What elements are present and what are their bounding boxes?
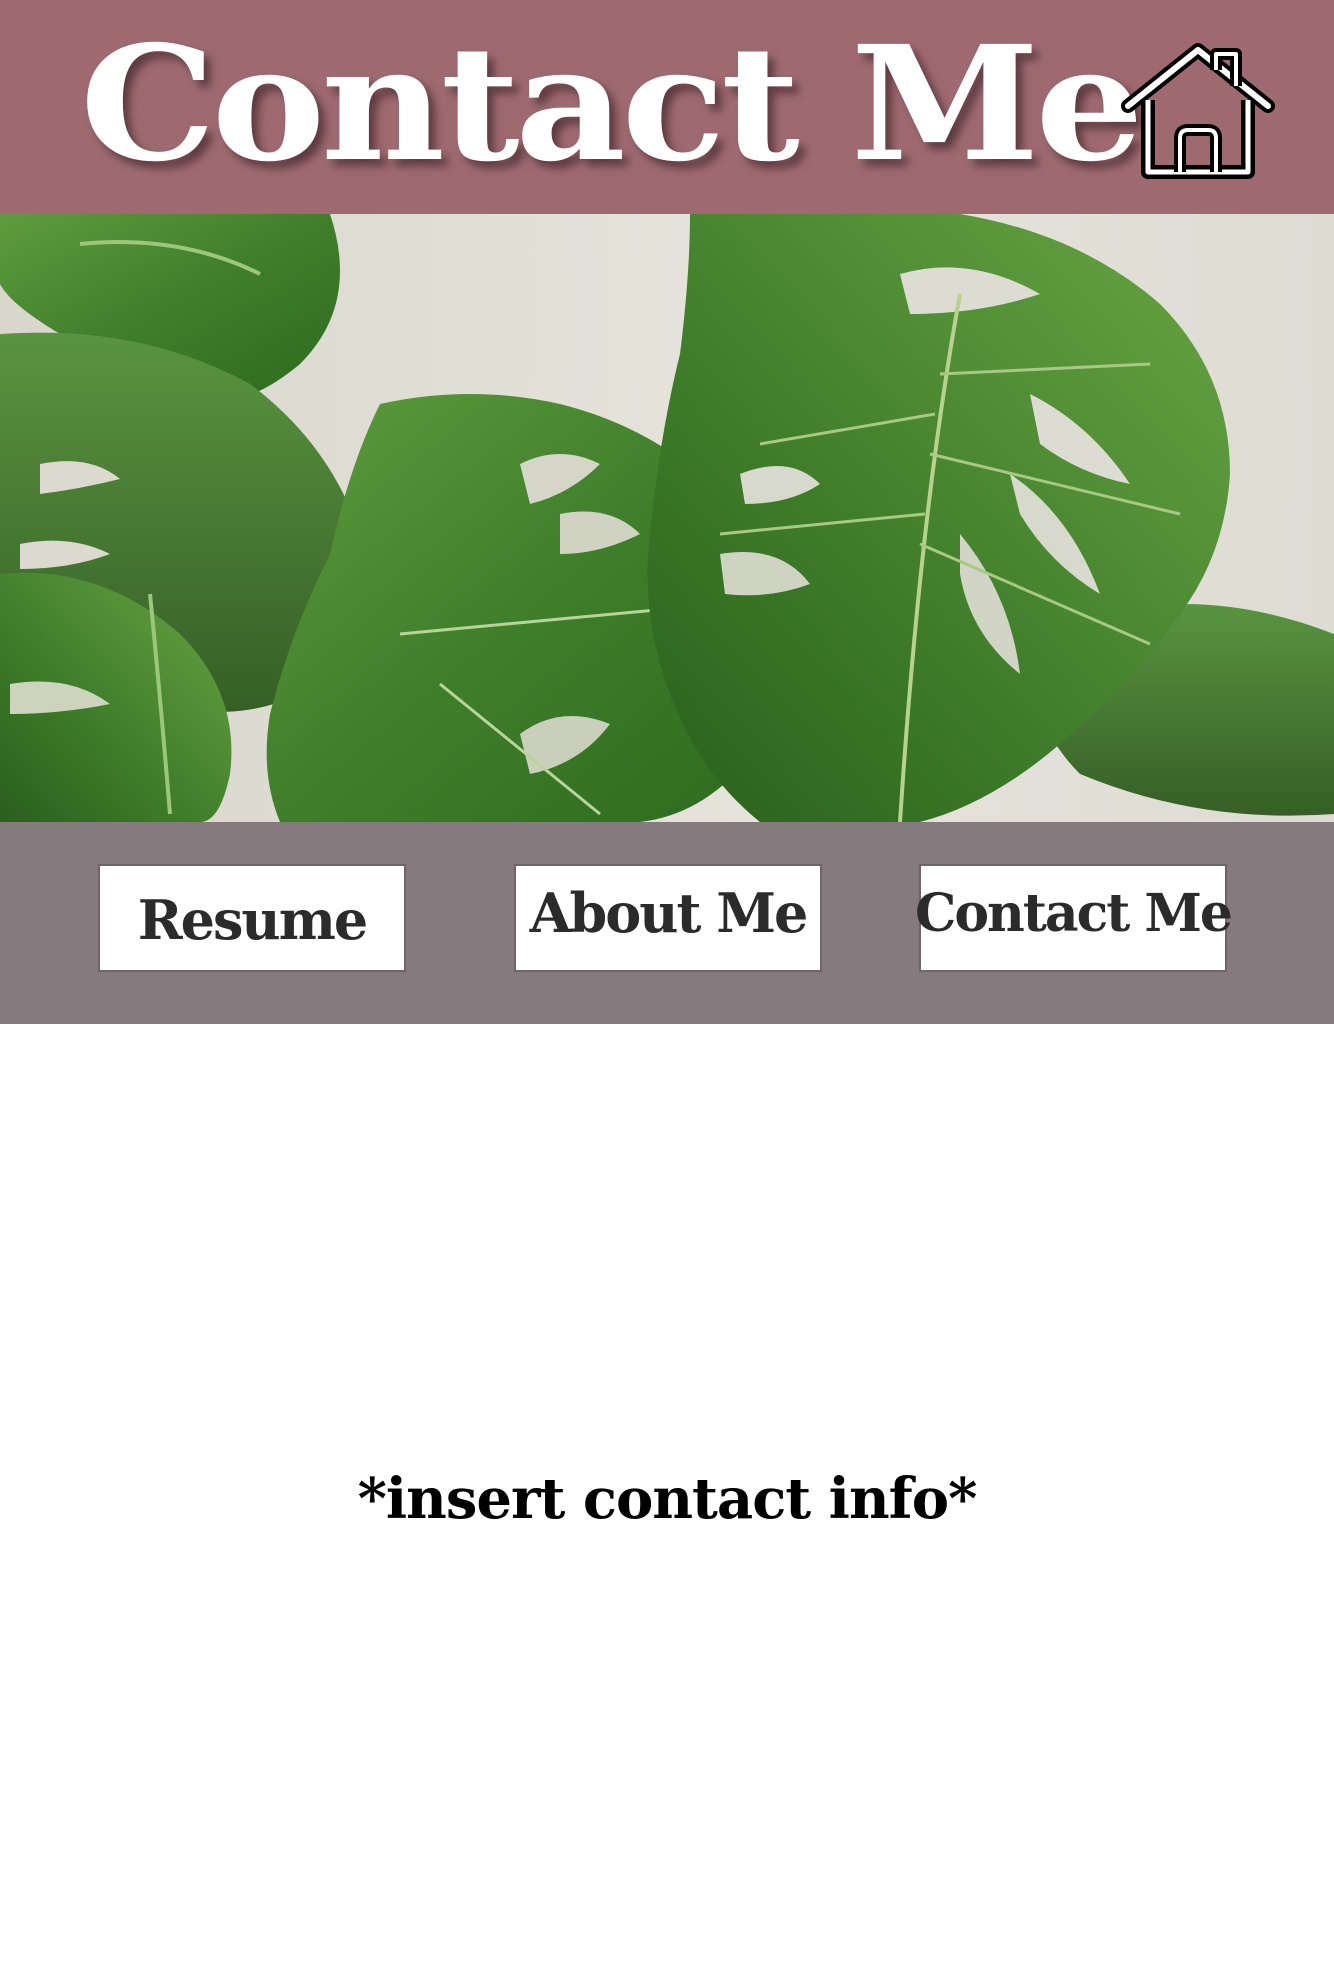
home-button[interactable] bbox=[1118, 42, 1278, 182]
nav-contact-button[interactable]: Contact Me bbox=[915, 864, 1233, 972]
nav-about-button[interactable]: About Me bbox=[514, 864, 822, 972]
home-icon bbox=[1118, 42, 1278, 182]
nav-bar: Resume About Me Contact Me bbox=[0, 822, 1334, 1024]
header-bar: Contact Me bbox=[0, 0, 1334, 214]
nav-resume-button[interactable]: Resume bbox=[98, 864, 406, 972]
nav-resume-label: Resume bbox=[137, 888, 368, 952]
contact-info-text: *insert contact info* bbox=[357, 1466, 978, 1532]
nav-about-label: About Me bbox=[529, 881, 809, 945]
page-title: Contact Me bbox=[80, 12, 1144, 197]
hero-image bbox=[0, 214, 1334, 822]
nav-contact-label: Contact Me bbox=[914, 882, 1233, 944]
